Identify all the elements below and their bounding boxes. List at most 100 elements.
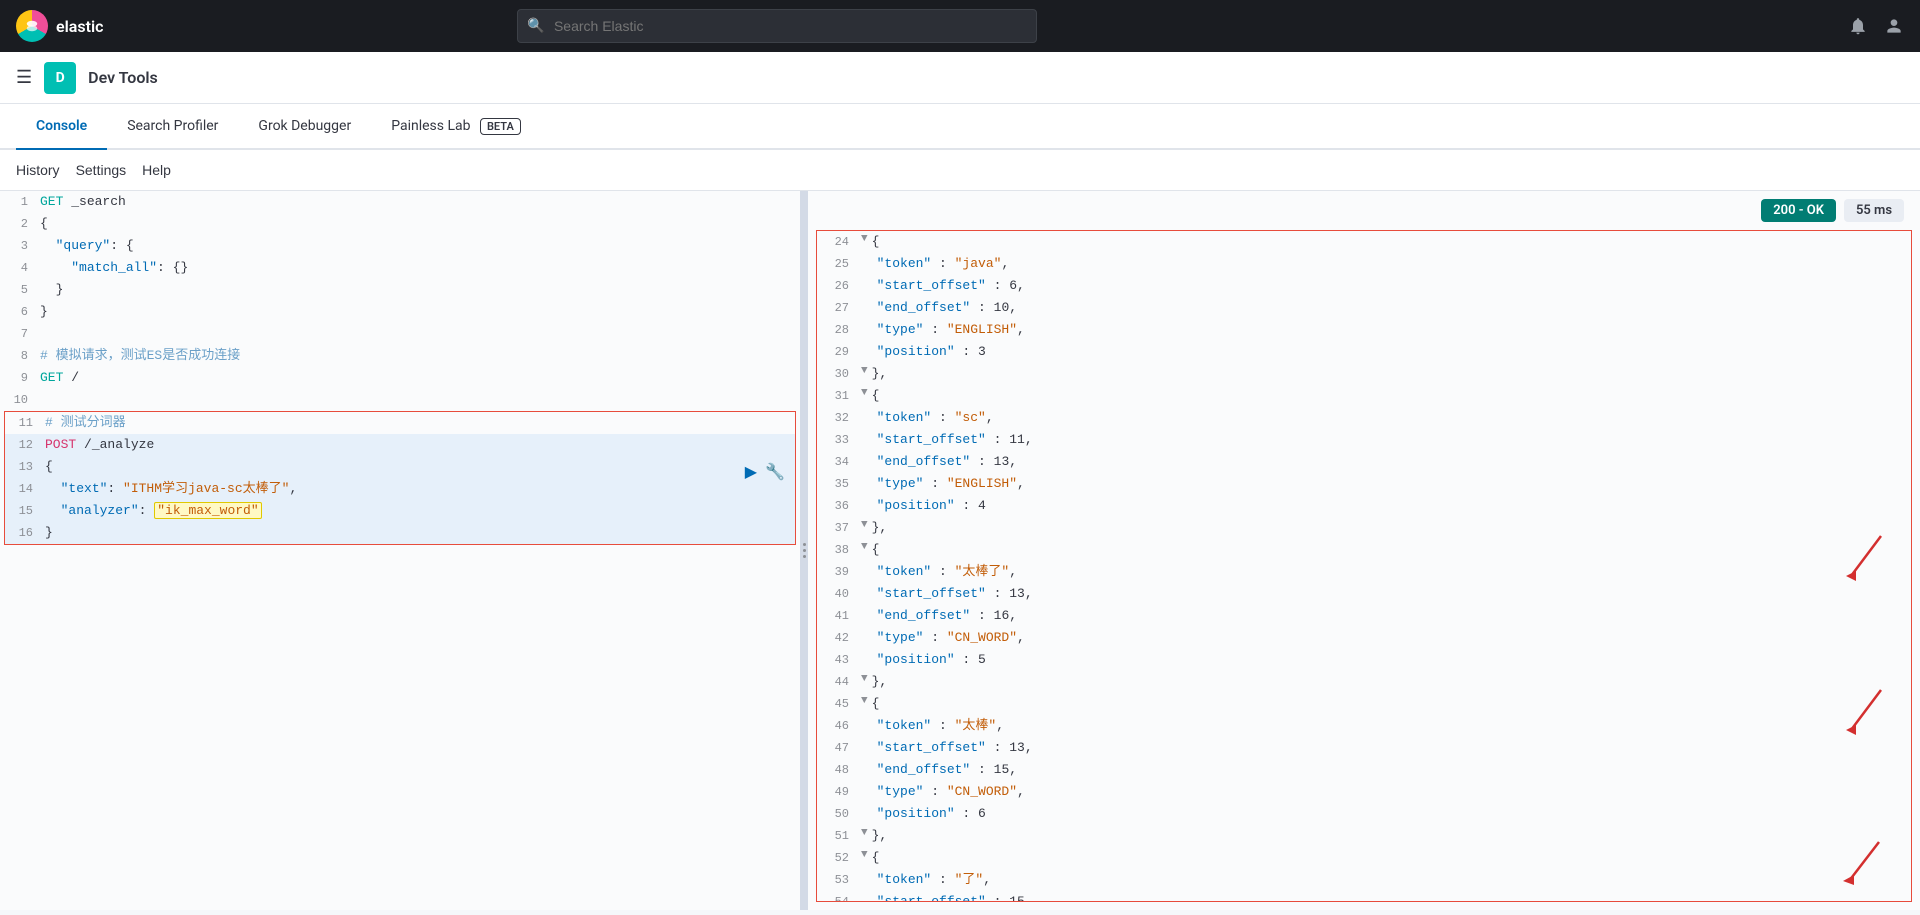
line-number: 42 bbox=[817, 627, 861, 649]
line-number: 28 bbox=[817, 319, 861, 341]
highlighted-value: "ik_max_word" bbox=[154, 502, 261, 519]
line-number: 43 bbox=[817, 649, 861, 671]
response-line-30: 30 ▼ }, bbox=[817, 363, 1911, 385]
line-number: 16 bbox=[5, 522, 45, 544]
line-content: # 测试分词器 bbox=[45, 412, 795, 434]
line-content: "end_offset" : 15, bbox=[861, 759, 1911, 781]
hamburger-menu-button[interactable]: ☰ bbox=[16, 67, 32, 88]
run-button[interactable]: ▶ bbox=[745, 462, 757, 482]
help-button[interactable]: Help bbox=[142, 158, 171, 182]
line-number: 46 bbox=[817, 715, 861, 737]
settings-button[interactable]: Settings bbox=[76, 158, 127, 182]
line-number: 31 bbox=[817, 385, 861, 407]
code-line-11: 11 # 测试分词器 bbox=[5, 412, 795, 434]
elastic-text: elastic bbox=[56, 17, 103, 36]
line-number: 50 bbox=[817, 803, 861, 825]
fold-icon[interactable]: ▼ bbox=[861, 539, 868, 557]
response-line-31: 31 ▼ { bbox=[817, 385, 1911, 407]
line-content: "end_offset" : 13, bbox=[861, 451, 1911, 473]
line-number: 49 bbox=[817, 781, 861, 803]
global-search-input[interactable] bbox=[517, 9, 1037, 43]
line-content: }, bbox=[872, 825, 1911, 847]
line-content: } bbox=[45, 522, 795, 544]
code-line-12: 12 POST /_analyze bbox=[5, 434, 795, 456]
line-number: 35 bbox=[817, 473, 861, 495]
search-icon: 🔍 bbox=[527, 18, 544, 34]
code-line-13: 13 { bbox=[5, 456, 795, 478]
red-arrow-1 bbox=[1831, 531, 1891, 591]
global-search-bar[interactable]: 🔍 bbox=[517, 9, 1037, 43]
line-number: 25 bbox=[817, 253, 861, 275]
line-number: 4 bbox=[0, 257, 40, 279]
line-content: "text": "ITHM学习java-sc太棒了", bbox=[45, 478, 795, 500]
line-number: 11 bbox=[5, 412, 45, 434]
line-number: 48 bbox=[817, 759, 861, 781]
history-button[interactable]: History bbox=[16, 158, 60, 182]
code-line-15: 15 "analyzer": "ik_max_word" bbox=[5, 500, 795, 522]
resize-dot bbox=[803, 543, 806, 546]
line-number: 2 bbox=[0, 213, 40, 235]
response-line-52: 52 ▼ { bbox=[817, 847, 1911, 869]
fold-icon[interactable]: ▼ bbox=[861, 231, 868, 249]
line-content: "type" : "ENGLISH", bbox=[861, 473, 1911, 495]
wrench-button[interactable]: 🔧 bbox=[765, 462, 785, 482]
tab-painless-lab[interactable]: Painless Lab BETA bbox=[371, 104, 541, 150]
avatar: D bbox=[44, 62, 76, 94]
line-content: { bbox=[45, 456, 795, 478]
response-line-27: 27 "end_offset" : 10, bbox=[817, 297, 1911, 319]
line-number: 30 bbox=[817, 363, 861, 385]
response-line-39: 39 "token" : "太棒了", bbox=[817, 561, 1911, 583]
line-content: { bbox=[872, 385, 1911, 407]
response-line-24: 24 ▼ { bbox=[817, 231, 1911, 253]
line-content: GET _search bbox=[40, 191, 800, 213]
user-icon[interactable] bbox=[1884, 16, 1904, 36]
response-line-33: 33 "start_offset" : 11, bbox=[817, 429, 1911, 451]
line-content: GET / bbox=[40, 367, 800, 389]
line-number: 34 bbox=[817, 451, 861, 473]
fold-icon[interactable]: ▼ bbox=[861, 825, 868, 843]
line-number: 7 bbox=[0, 323, 40, 345]
line-content: }, bbox=[872, 363, 1911, 385]
resize-handle[interactable] bbox=[800, 191, 808, 910]
line-number: 15 bbox=[5, 500, 45, 522]
line-number: 13 bbox=[5, 456, 45, 478]
top-bar-right bbox=[1848, 16, 1904, 36]
fold-icon[interactable]: ▼ bbox=[861, 847, 868, 865]
line-content: "start_offset" : 13, bbox=[861, 583, 1911, 605]
tab-grok-debugger[interactable]: Grok Debugger bbox=[238, 104, 371, 150]
line-number: 41 bbox=[817, 605, 861, 627]
line-number: 14 bbox=[5, 478, 45, 500]
line-content: "position" : 3 bbox=[861, 341, 1911, 363]
code-line-3: 3 "query": { bbox=[0, 235, 800, 257]
line-content: "type" : "CN_WORD", bbox=[861, 781, 1911, 803]
response-body[interactable]: 24 ▼ { 25 "token" : "java", 26 "start_of… bbox=[816, 230, 1912, 902]
fold-icon[interactable]: ▼ bbox=[861, 363, 868, 381]
time-badge: 55 ms bbox=[1844, 199, 1904, 222]
line-content: "type" : "ENGLISH", bbox=[861, 319, 1911, 341]
line-number: 32 bbox=[817, 407, 861, 429]
line-number: 54 bbox=[817, 891, 861, 902]
response-line-40: 40 "start_offset" : 13, bbox=[817, 583, 1911, 605]
fold-icon[interactable]: ▼ bbox=[861, 517, 868, 535]
code-editor[interactable]: 1 GET _search 2 { 3 "query": { 4 "match_… bbox=[0, 191, 800, 910]
line-content: "start_offset" : 11, bbox=[861, 429, 1911, 451]
fold-icon[interactable]: ▼ bbox=[861, 385, 868, 403]
line-number: 10 bbox=[0, 389, 40, 411]
line-content: POST /_analyze bbox=[45, 434, 795, 456]
fold-icon[interactable]: ▼ bbox=[861, 693, 868, 711]
response-pane: 200 - OK 55 ms 24 ▼ { 25 "token" : "java… bbox=[808, 191, 1920, 910]
code-line-9: 9 GET / bbox=[0, 367, 800, 389]
line-number: 12 bbox=[5, 434, 45, 456]
response-line-45: 45 ▼ { bbox=[817, 693, 1911, 715]
line-number: 44 bbox=[817, 671, 861, 693]
tab-search-profiler[interactable]: Search Profiler bbox=[107, 104, 238, 150]
notifications-icon[interactable] bbox=[1848, 16, 1868, 36]
line-number: 36 bbox=[817, 495, 861, 517]
line-number: 9 bbox=[0, 367, 40, 389]
elastic-logo: elastic bbox=[16, 10, 103, 42]
line-content: # 模拟请求，测试ES是否成功连接 bbox=[40, 345, 800, 367]
response-line-26: 26 "start_offset" : 6, bbox=[817, 275, 1911, 297]
tab-console[interactable]: Console bbox=[16, 104, 107, 150]
fold-icon[interactable]: ▼ bbox=[861, 671, 868, 689]
code-line-16: 16 } bbox=[5, 522, 795, 544]
